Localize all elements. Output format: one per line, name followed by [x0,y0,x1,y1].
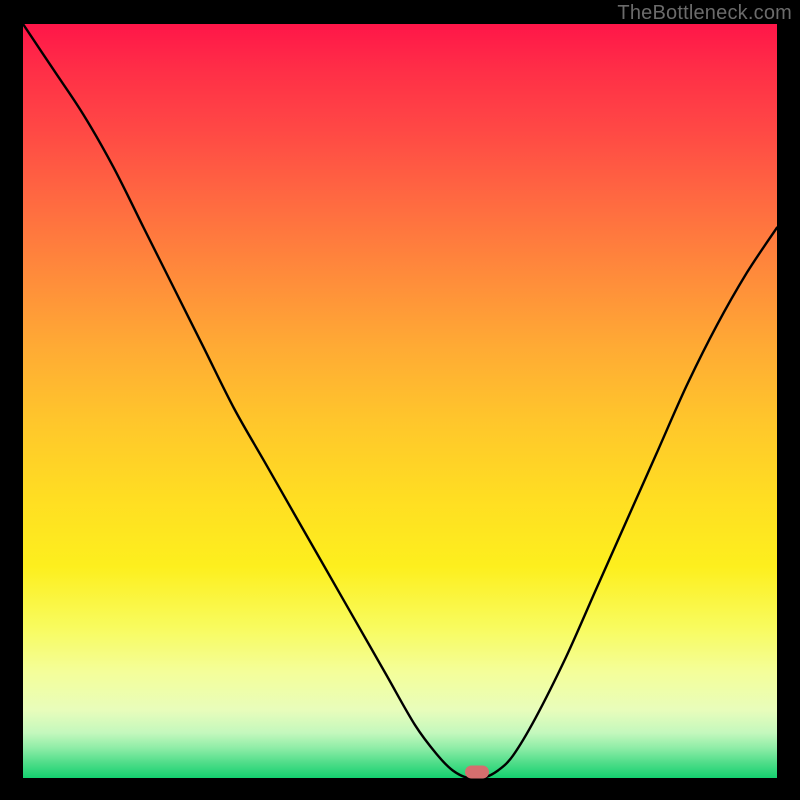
watermark-text: TheBottleneck.com [617,2,792,25]
bottleneck-curve [23,24,777,778]
minimum-marker [465,765,489,778]
plot-area [23,24,777,778]
